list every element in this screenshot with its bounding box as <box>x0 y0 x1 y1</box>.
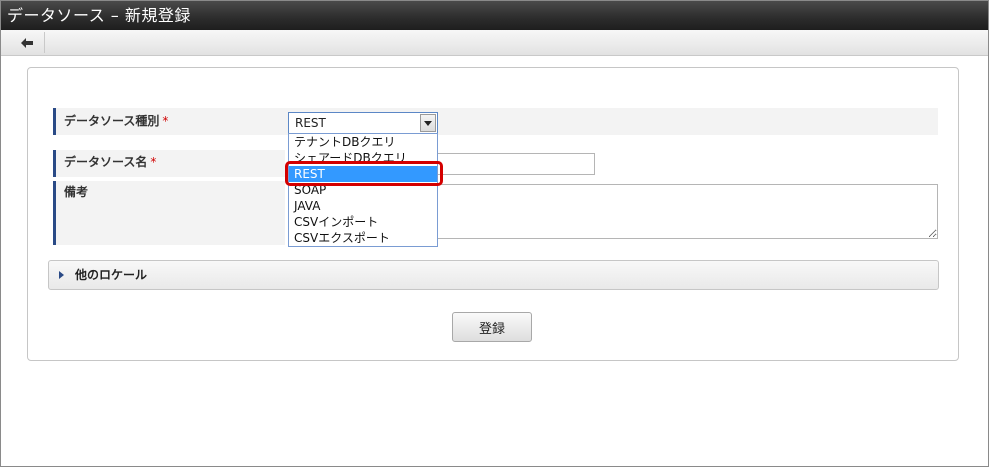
datasource-name-label-text: データソース名 <box>64 155 148 169</box>
window: データソース – 新規登録 データソース種別 * データソース名 * 備考 REST <box>0 0 989 467</box>
form-panel: データソース種別 * データソース名 * 備考 REST 他のロケール 登録 <box>27 67 959 361</box>
required-mark: * <box>162 114 169 128</box>
datasource-type-label-text: データソース種別 <box>64 114 160 128</box>
option-csv-export[interactable]: CSVエクスポート <box>289 230 437 246</box>
toolbar <box>1 30 988 56</box>
arrow-left-icon <box>20 37 33 48</box>
register-button[interactable]: 登録 <box>452 312 532 342</box>
datasource-type-select[interactable]: REST <box>288 112 438 134</box>
option-java[interactable]: JAVA <box>289 198 437 214</box>
triangle-right-icon <box>59 271 64 279</box>
page-title: データソース – 新規登録 <box>1 1 988 30</box>
datasource-type-dropdown-list: テナントDBクエリ シェアードDBクエリ REST SOAP JAVA CSVイ… <box>288 133 438 247</box>
other-locale-accordion[interactable]: 他のロケール <box>48 260 939 290</box>
highlight-annotation-box <box>285 161 443 186</box>
chevron-down-icon <box>424 120 432 126</box>
datasource-type-selected-value: REST <box>295 116 326 130</box>
required-mark: * <box>150 155 157 169</box>
other-locale-label: 他のロケール <box>75 268 148 282</box>
option-tenant-db-query[interactable]: テナントDBクエリ <box>289 134 437 150</box>
datasource-type-label: データソース種別 * <box>53 108 283 135</box>
datasource-name-label: データソース名 * <box>53 150 283 177</box>
back-button[interactable] <box>9 32 45 53</box>
option-csv-import[interactable]: CSVインポート <box>289 214 437 230</box>
row-datasource-type: データソース種別 * <box>53 108 938 135</box>
remarks-label: 備考 <box>53 181 283 245</box>
select-arrow[interactable] <box>420 114 436 132</box>
